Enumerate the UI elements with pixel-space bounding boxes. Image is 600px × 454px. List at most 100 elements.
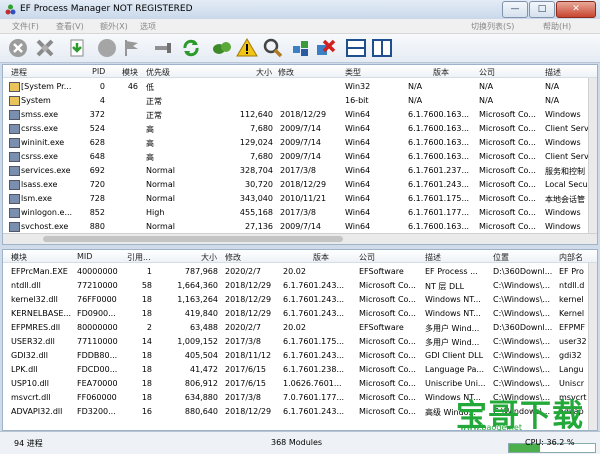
process-cell: Win64 [345,124,371,133]
module-cell: USP10.dll [11,379,50,388]
module-cell: EFPMF [559,323,585,332]
menu-help[interactable]: 帮助(H) [543,21,571,32]
col-module-description[interactable]: 描述 [425,252,441,263]
cube-icon[interactable] [290,37,312,59]
process-cell: Normal [146,194,175,203]
warning-icon[interactable] [236,37,258,59]
process-row[interactable]: svchost.exe 880 Normal 27,136 2009/7/14 Win64… [3,219,597,233]
process-cell: 2009/7/14 [280,222,322,231]
menu-file[interactable]: 文件(F) [12,21,39,32]
col-module-version[interactable]: 版本 [313,252,329,263]
refresh-icon[interactable] [180,37,202,59]
watermark-logo: 宝哥下载 www.baoge.net [456,390,596,434]
module-row[interactable]: EFPrcMan.EXE 40000000 1 787,968 2020/2/7 20.0… [3,264,597,278]
window-title: EF Process Manager NOT REGISTERED [20,4,193,14]
col-module-company[interactable]: 公司 [359,252,375,263]
col-module-modified[interactable]: 修改 [225,252,241,263]
module-cell: 6.1.7601.243... [283,407,345,416]
minimize-button[interactable]: — [502,1,528,18]
col-process[interactable]: 进程 [11,67,27,78]
process-row[interactable]: csrss.exe 648 高 7,680 2009/7/14 Win64 6.1.7600… [3,149,597,163]
col-company[interactable]: 公司 [479,67,495,78]
module-cell: 多用户 Wind... [425,338,480,347]
col-module-size[interactable]: 大小 [201,252,217,263]
menu-switch-list[interactable]: 切换列表(S) [471,21,514,32]
layout-vertical-icon[interactable] [371,37,393,59]
kill-icon[interactable] [7,37,29,59]
flag-icon[interactable] [121,37,143,59]
module-row[interactable]: GDI32.dll FDDB80... 18 405,504 2018/11/12 6.1… [3,348,597,362]
module-list-header: 模块 MID 引用... 大小 修改 版本 公司 描述 位置 内部名 [3,250,597,263]
maximize-button[interactable]: □ [529,1,555,18]
process-cell: 高 [146,139,154,148]
module-cell: C:\Windows\... [493,295,551,304]
module-row[interactable]: KERNELBASE... FD0900... 18 419,840 2018/12/2… [3,306,597,320]
process-row[interactable]: [System Pr... 0 46 低 Win32 N/A N/A N/A [3,79,597,93]
col-modules[interactable]: 模块 [122,67,138,78]
menu-extra[interactable]: 额外(X) [100,21,128,32]
pipe-icon[interactable] [152,37,174,59]
process-row[interactable]: lsm.exe 728 Normal 343,040 2010/11/21 Win64 6.… [3,191,597,205]
leaf-icon[interactable] [211,37,233,59]
process-horizontal-scrollbar[interactable] [3,233,597,244]
col-priority[interactable]: 优先级 [146,67,170,78]
process-row[interactable]: smss.exe 372 正常 112,640 2018/12/29 Win64 6.1.7… [3,107,597,121]
module-cell: Microsoft Co... [359,337,416,346]
col-type[interactable]: 类型 [345,67,361,78]
layout-horizontal-icon[interactable] [345,37,367,59]
module-cell: 18 [141,309,152,318]
process-row[interactable]: wininit.exe 628 高 129,024 2009/7/14 Win64 6.1.… [3,135,597,149]
module-cell: user32 [559,337,587,346]
col-internal-name[interactable]: 内部名 [559,252,583,263]
process-icon [9,166,20,176]
module-row[interactable]: kernel32.dll 76FF0000 18 1,163,264 2018/12/2… [3,292,597,306]
module-cell: EFSoftware [359,267,404,276]
process-cell: 728 [89,194,105,203]
process-row[interactable]: winlogon.e... 852 High 455,168 2017/3/8 Win64… [3,205,597,219]
process-cell: Microsoft Co... [479,222,536,231]
module-cell: Microsoft Co... [359,407,416,416]
module-row[interactable]: USER32.dll 77110000 14 1,009,152 2017/3/8 6.1… [3,334,597,348]
stop-icon[interactable] [96,37,118,59]
status-bar: 94 进程 368 Modules CPU: 36.2 % [0,431,600,454]
module-row[interactable]: EFPMRES.dll 80000000 2 63,488 2020/2/7 20.02 E… [3,320,597,334]
process-row[interactable]: System 4 正常 16-bit N/A N/A N/A [3,93,597,107]
export-icon[interactable] [66,37,88,59]
process-row[interactable]: lsass.exe 720 Normal 30,720 2018/12/29 Win64 6… [3,177,597,191]
process-row[interactable]: services.exe 692 Normal 328,704 2017/3/8 Win6… [3,163,597,177]
process-list[interactable]: 进程 PID 模块 优先级 大小 修改 类型 版本 公司 描述 [System … [2,64,598,245]
module-row[interactable]: ntdll.dll 77210000 58 1,664,360 2018/12/29 6.… [3,278,597,292]
process-cell: 6.1.7601.237... [408,166,470,175]
process-cell: 2017/3/8 [280,166,316,175]
col-size[interactable]: 大小 [256,67,272,78]
module-cell: Microsoft Co... [359,281,416,290]
search-icon[interactable] [262,37,284,59]
module-cell: 2017/3/8 [225,393,261,402]
module-cell: 6.1.7601.243... [283,351,345,360]
toolbar [0,34,600,63]
process-row[interactable]: csrss.exe 524 高 7,680 2009/7/14 Win64 6.1.7600… [3,121,597,135]
process-cell: Microsoft Co... [479,152,536,161]
module-cell: 2 [146,323,152,332]
col-location[interactable]: 位置 [493,252,509,263]
col-module[interactable]: 模块 [11,252,27,263]
col-refcount[interactable]: 引用... [127,252,151,263]
col-modified[interactable]: 修改 [278,67,294,78]
module-cell: EF Process ... [425,267,478,276]
process-cell: 6.1.7600.163... [408,222,470,231]
process-vertical-scrollbar[interactable] [588,78,597,234]
col-description[interactable]: 描述 [545,67,561,78]
delete-icon[interactable] [314,37,336,59]
menu-view[interactable]: 查看(V) [56,21,84,32]
process-cell: 6.1.7601.177... [408,208,470,217]
module-row[interactable]: USP10.dll FEA70000 18 806,912 2017/6/15 1.062… [3,376,597,390]
kill-tree-icon[interactable] [34,37,56,59]
process-cell: Win64 [345,138,371,147]
module-cell: C:\Windows\... [493,281,551,290]
col-version[interactable]: 版本 [433,67,449,78]
col-mid[interactable]: MID [77,252,92,261]
close-button[interactable]: ✕ [556,1,596,18]
col-pid[interactable]: PID [92,67,105,76]
menu-options[interactable]: 选项 [140,21,156,32]
module-row[interactable]: LPK.dll FDCD00... 18 41,472 2017/6/15 6.1.760… [3,362,597,376]
